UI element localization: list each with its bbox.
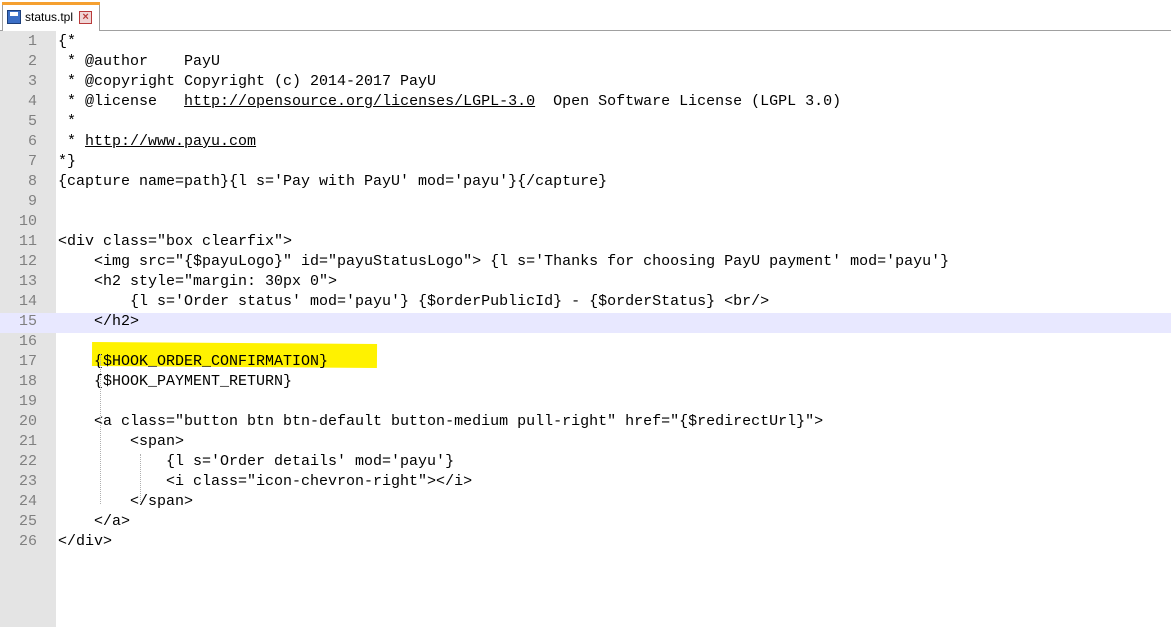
line-text: {l s='Order status' mod='payu'} {$orderP… — [58, 293, 770, 310]
line-text: <img src="{$payuLogo}" id="payuStatusLog… — [58, 253, 950, 270]
line-number: 18 — [18, 373, 37, 390]
code-line[interactable]: 6 * http://www.payu.com — [0, 133, 1171, 153]
code-line[interactable]: 10 — [0, 213, 1171, 233]
line-text: </span> — [58, 493, 194, 510]
tab-title: status.tpl — [25, 10, 74, 24]
line-number: 14 — [18, 293, 37, 310]
line-text: <a class="button btn btn-default button-… — [58, 413, 824, 430]
line-number: 6 — [27, 133, 37, 150]
line-number: 13 — [18, 273, 37, 290]
line-text: * @author PayU — [58, 53, 221, 70]
code-line[interactable]: 23 <i class="icon-chevron-right"></i> — [0, 473, 1171, 493]
line-number: 24 — [18, 493, 37, 510]
code-line[interactable]: 25 </a> — [0, 513, 1171, 533]
code-line[interactable]: 2 * @author PayU — [0, 53, 1171, 73]
line-text: {* — [58, 33, 77, 50]
code-line[interactable]: 14 {l s='Order status' mod='payu'} {$ord… — [0, 293, 1171, 313]
line-number: 25 — [18, 513, 37, 530]
line-number: 26 — [18, 533, 37, 550]
code-line[interactable]: 24 </span> — [0, 493, 1171, 513]
code-line[interactable]: 20 <a class="button btn btn-default butt… — [0, 413, 1171, 433]
line-number: 12 — [18, 253, 37, 270]
tab-status-tpl[interactable]: status.tpl × — [2, 2, 100, 31]
line-number: 8 — [27, 173, 37, 190]
line-text: {l s='Order details' mod='payu'} — [58, 453, 455, 470]
line-text: <i class="icon-chevron-right"></i> — [58, 473, 473, 490]
line-text: </h2> — [58, 313, 140, 330]
line-text: * — [58, 113, 77, 130]
code-line[interactable]: 11 <div class="box clearfix"> — [0, 233, 1171, 253]
line-number: 17 — [18, 353, 37, 370]
save-icon — [7, 10, 21, 24]
line-text: {$HOOK_ORDER_CONFIRMATION} — [58, 353, 329, 370]
line-number: 2 — [27, 53, 37, 70]
line-number: 4 — [27, 93, 37, 110]
line-number: 3 — [27, 73, 37, 90]
line-number: 21 — [18, 433, 37, 450]
code-line[interactable]: 19 — [0, 393, 1171, 413]
line-text: *} — [58, 153, 77, 170]
indent-guide — [140, 454, 141, 504]
line-text: <span> — [58, 433, 185, 450]
line-text: * http://www.payu.com — [58, 133, 257, 150]
url-link[interactable]: http://opensource.org/licenses/LGPL-3.0 — [184, 93, 535, 110]
code-line[interactable]: 15 </h2> — [0, 313, 1171, 333]
line-number: 16 — [18, 333, 37, 350]
code-line[interactable]: 13 <h2 style="margin: 30px 0"> — [0, 273, 1171, 293]
line-number: 22 — [18, 453, 37, 470]
code-editor[interactable]: 1 {* 2 * @author PayU 3 * @copyright Copyri… — [0, 33, 1171, 553]
line-text: * @license http://opensource.org/license… — [58, 93, 842, 110]
line-number: 9 — [27, 193, 37, 210]
close-icon[interactable]: × — [79, 10, 93, 24]
code-line[interactable]: 17 {$HOOK_ORDER_CONFIRMATION} — [0, 353, 1171, 373]
line-text: <h2 style="margin: 30px 0"> — [58, 273, 338, 290]
url-link[interactable]: http://www.payu.com — [85, 133, 256, 150]
code-line[interactable]: 12 <img src="{$payuLogo}" id="payuStatus… — [0, 253, 1171, 273]
code-line[interactable]: 4 * @license http://opensource.org/licen… — [0, 93, 1171, 113]
line-text: {$HOOK_PAYMENT_RETURN} — [58, 373, 293, 390]
code-line[interactable]: 16 — [0, 333, 1171, 353]
line-text: {capture name=path}{l s='Pay with PayU' … — [58, 173, 608, 190]
line-number: 11 — [18, 233, 37, 250]
line-number: 15 — [18, 313, 37, 330]
line-text: </a> — [58, 513, 131, 530]
line-number: 20 — [18, 413, 37, 430]
code-line[interactable]: 26 </div> — [0, 533, 1171, 553]
line-number: 19 — [18, 393, 37, 410]
tab-bar: status.tpl × — [0, 0, 1171, 31]
line-number: 23 — [18, 473, 37, 490]
indent-guide — [100, 354, 101, 504]
line-number: 1 — [27, 33, 37, 50]
code-line[interactable]: 8 {capture name=path}{l s='Pay with PayU'… — [0, 173, 1171, 193]
line-text: * @copyright Copyright (c) 2014-2017 Pay… — [58, 73, 437, 90]
line-number: 5 — [27, 113, 37, 130]
line-text: <div class="box clearfix"> — [58, 233, 293, 250]
code-line[interactable]: 22 {l s='Order details' mod='payu'} — [0, 453, 1171, 473]
code-line[interactable]: 9 — [0, 193, 1171, 213]
code-line[interactable]: 18 {$HOOK_PAYMENT_RETURN} — [0, 373, 1171, 393]
line-number: 10 — [18, 213, 37, 230]
code-line[interactable]: 3 * @copyright Copyright (c) 2014-2017 P… — [0, 73, 1171, 93]
code-line[interactable]: 21 <span> — [0, 433, 1171, 453]
code-line[interactable]: 7 *} — [0, 153, 1171, 173]
code-line[interactable]: 1 {* — [0, 33, 1171, 53]
line-number: 7 — [27, 153, 37, 170]
line-text: </div> — [58, 533, 113, 550]
code-line[interactable]: 5 * — [0, 113, 1171, 133]
